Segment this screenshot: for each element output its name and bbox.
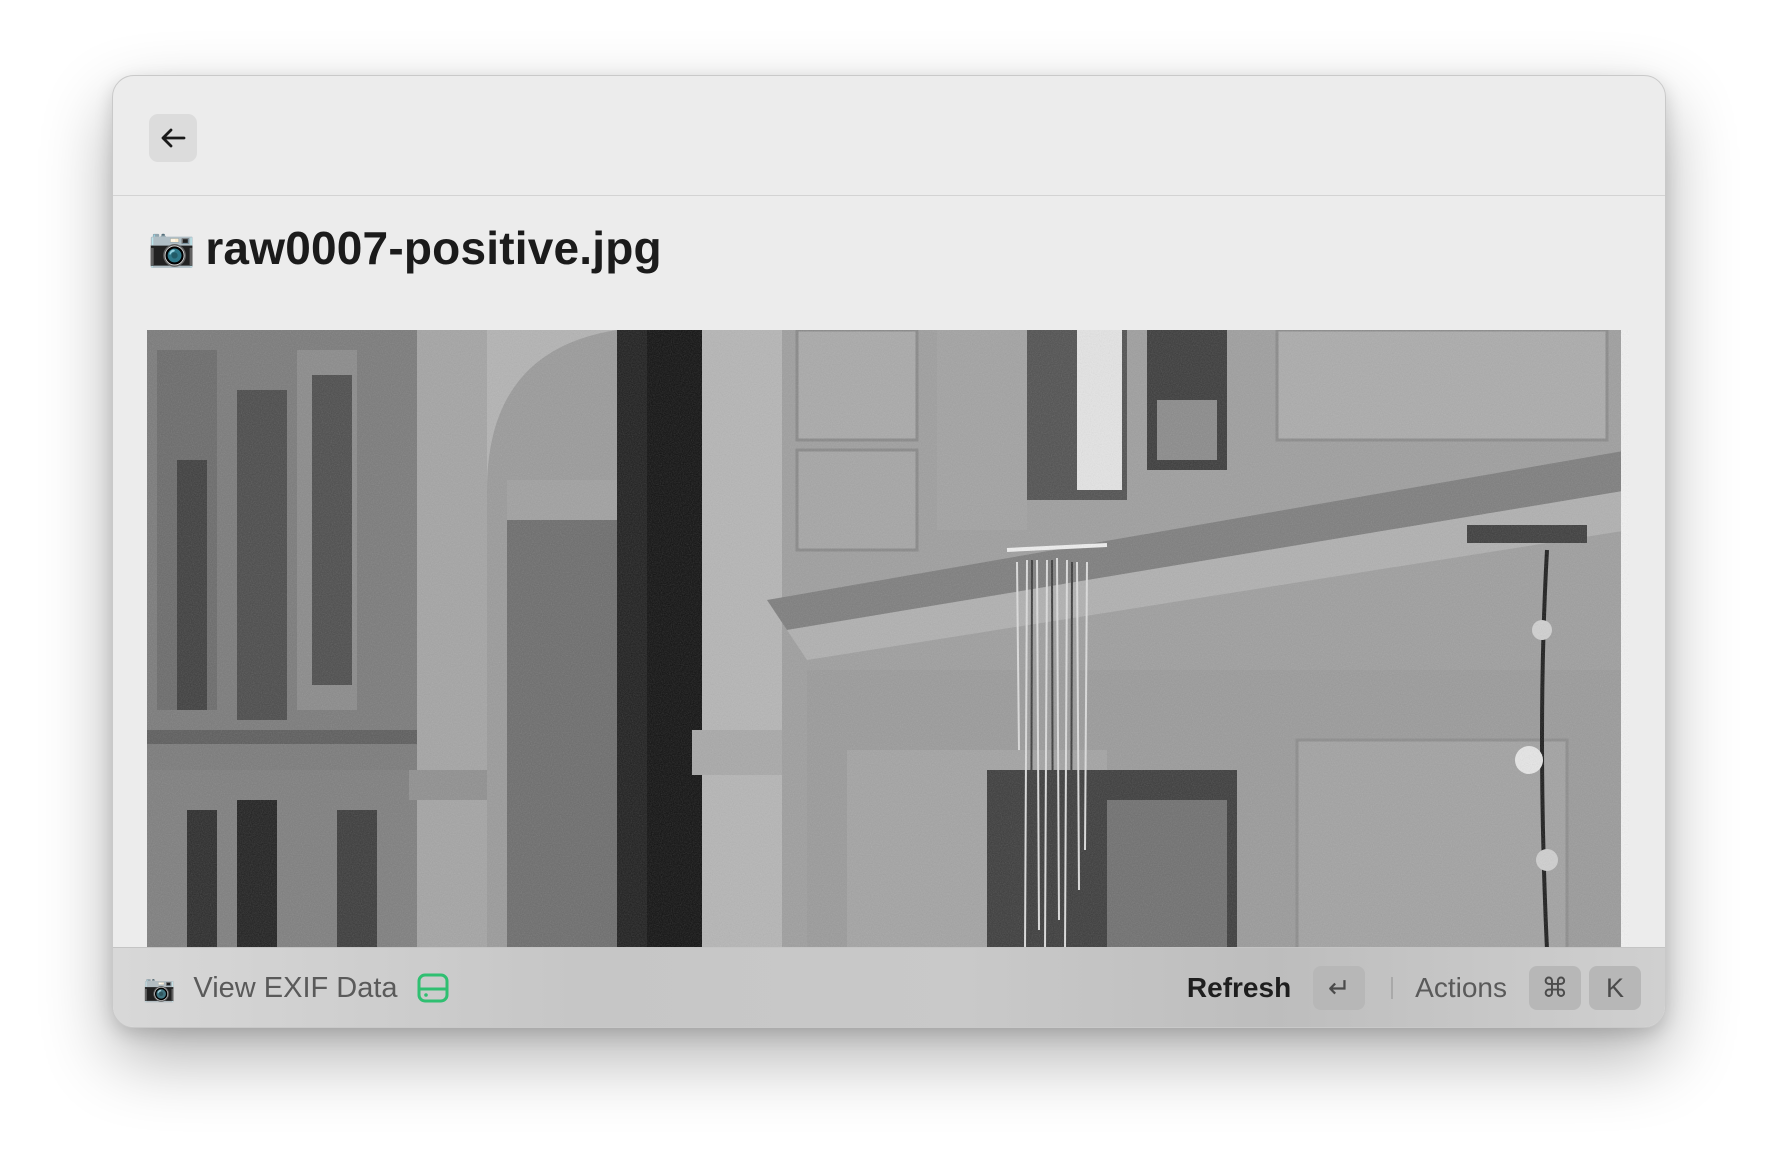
camera-icon: 📷 (148, 227, 196, 269)
image-preview (147, 330, 1629, 950)
photo-building-facade (147, 330, 1629, 950)
action-bar-left: 📷 View EXIF Data (143, 948, 450, 1027)
hard-drive-icon (416, 972, 450, 1004)
command-key-shortcut: ⌘ (1529, 966, 1581, 1010)
k-key-shortcut: K (1589, 966, 1641, 1010)
app-window: 📷 raw0007-positive.jpg 📷 View EXIF Data … (112, 75, 1666, 1028)
arrow-left-icon (161, 128, 186, 148)
file-name: raw0007-positive.jpg (205, 222, 662, 274)
back-button[interactable] (149, 114, 197, 162)
separator (1391, 977, 1394, 999)
actions-button[interactable]: Actions (1415, 972, 1507, 1004)
action-bar-right: Refresh ↵ Actions ⌘ K (1187, 948, 1641, 1027)
camera-icon: 📷 (143, 973, 176, 1003)
action-bar: 📷 View EXIF Data Refresh ↵ Actions ⌘ K (113, 947, 1665, 1027)
return-key-shortcut: ↵ (1313, 966, 1366, 1010)
refresh-action[interactable]: Refresh (1187, 972, 1291, 1004)
view-exif-data-action[interactable]: View EXIF Data (193, 972, 397, 1005)
file-title: 📷 raw0007-positive.jpg (148, 221, 662, 275)
top-bar (113, 76, 1665, 196)
